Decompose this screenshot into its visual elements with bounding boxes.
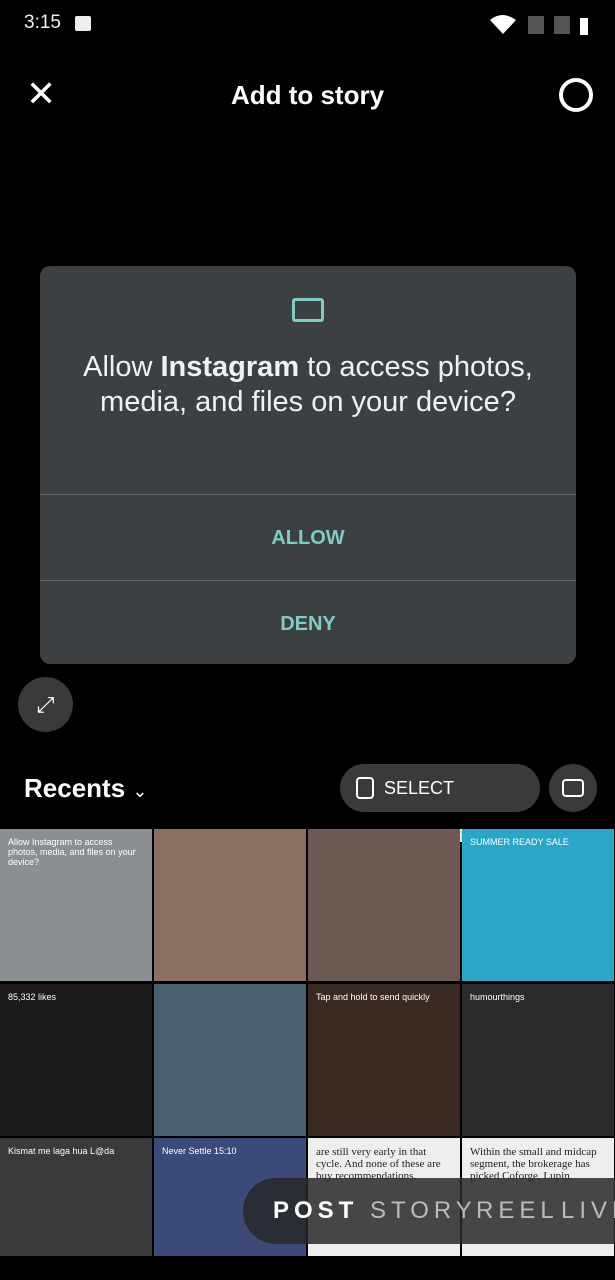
select-multiple-button[interactable]: SELECT MULTIPLE [340,764,540,846]
allow-button[interactable]: ALLOW [40,496,576,580]
album-label: Recents [24,773,126,803]
expand-icon[interactable]: ⤢ [18,677,73,732]
thumbnail-text: humourthings [470,992,525,1002]
title-pre: Allow [83,351,161,383]
battery-icon [580,18,588,35]
camera-icon [562,779,584,797]
camera-button[interactable] [549,764,597,812]
divider [40,494,576,495]
thumbnail-text [154,984,306,1000]
gallery-thumbnail[interactable]: humourthings [462,984,614,1136]
mode-story[interactable]: STORY [370,1197,477,1225]
multi-select-icon [356,777,374,799]
folder-icon [292,298,324,322]
gallery-thumbnail[interactable]: Kismat me laga hua L@da [0,1138,152,1256]
mode-reel[interactable]: REEL [476,1197,559,1225]
mode-selector: POST STORY REEL LIVE [243,1178,615,1244]
thumbnail-text [308,829,460,845]
status-bar: 3:15 [0,0,615,50]
gallery-thumbnail[interactable]: Allow Instagram to access photos, media,… [0,829,152,981]
thumbnail-text: Kismat me laga hua L@da [8,1146,115,1156]
gallery-thumbnail[interactable]: Tap and hold to send quickly [308,984,460,1136]
thumbnail-text: SUMMER READY SALE [470,837,569,847]
page-title: Add to story [230,80,385,110]
gallery-thumbnail[interactable] [154,984,306,1136]
deny-button[interactable]: DENY [40,582,576,666]
signal-icon [528,16,544,34]
title-app: Instagram [160,351,300,383]
dialog-title: Allow Instagram to access photos, media,… [60,350,556,420]
mode-post[interactable]: POST [273,1197,358,1225]
divider [40,580,576,581]
chevron-down-icon: ⌄ [132,781,148,801]
wifi-icon [490,15,516,34]
mode-live[interactable]: LIVE [561,1197,615,1225]
clock: 3:15 [24,12,61,33]
gallery-thumbnail[interactable]: SUMMER READY SALE [462,829,614,981]
status-icons [490,15,588,35]
thumbnail-text [154,829,306,845]
image-notification-icon [75,16,91,31]
signal-icon-2 [554,16,570,34]
thumbnail-text: 85,332 likes [8,992,57,1002]
permission-dialog: Allow Instagram to access photos, media,… [40,266,576,664]
album-selector[interactable]: Recents ⌄ [24,773,147,804]
gear-icon[interactable] [559,78,593,112]
thumbnail-text: Never Settle 15:10 [162,1146,237,1156]
gallery-thumbnail[interactable] [308,829,460,981]
thumbnail-text: Tap and hold to send quickly [316,992,430,1002]
thumbnail-text: Allow Instagram to access photos, media,… [8,837,136,867]
gallery-thumbnail[interactable] [154,829,306,981]
gallery-thumbnail[interactable]: 85,332 likes [0,984,152,1136]
